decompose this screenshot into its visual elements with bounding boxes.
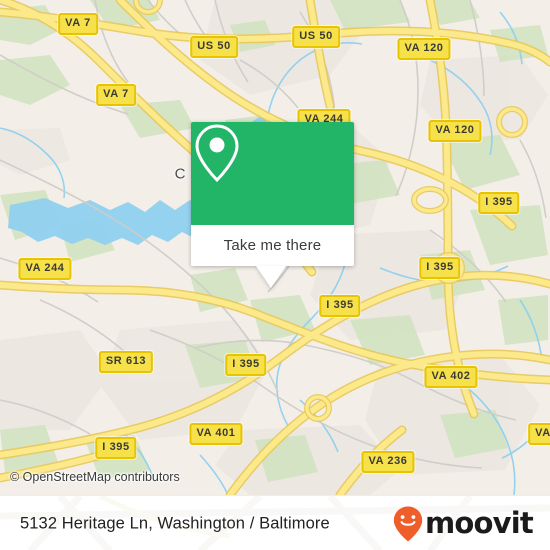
highway-shield: I 395 <box>319 295 361 317</box>
location-pin-icon <box>195 124 239 183</box>
highway-shield: I 395 <box>95 437 137 459</box>
highway-shield: VA <box>528 423 550 445</box>
highway-shield: US 50 <box>190 36 238 58</box>
highway-shield: VA 7 <box>58 13 98 35</box>
highway-shield: I 395 <box>478 192 520 214</box>
popup-header <box>191 122 354 225</box>
highway-shield: VA 236 <box>361 451 415 473</box>
popup-action[interactable]: Take me there <box>191 225 354 266</box>
popup-card[interactable]: Take me there <box>191 122 354 266</box>
destination-popup[interactable]: Take me there <box>191 122 354 288</box>
footer-bar: 5132 Heritage Ln, Washington / Baltimore… <box>0 495 550 550</box>
moovit-wordmark: moovit <box>425 506 534 540</box>
highway-shield: VA 244 <box>18 258 72 280</box>
map-screen: C VA 7 US 50 US 50 VA 120 VA 7 VA 244 VA 120 I … <box>0 0 550 550</box>
moovit-smiley-pin-icon <box>393 506 423 541</box>
address-label: 5132 Heritage Ln, Washington / Baltimore <box>20 514 330 532</box>
highway-shield: I 395 <box>225 354 267 376</box>
take-me-there-label: Take me there <box>223 237 322 254</box>
city-label: C <box>174 165 186 183</box>
highway-shield: SR 613 <box>98 351 154 373</box>
highway-shield: VA 402 <box>424 366 478 388</box>
map-canvas[interactable]: C VA 7 US 50 US 50 VA 120 VA 7 VA 244 VA 120 I … <box>0 0 550 495</box>
highway-shield: US 50 <box>292 26 340 48</box>
map-attribution[interactable]: © OpenStreetMap contributors <box>10 470 180 484</box>
highway-shield: I 395 <box>419 257 461 279</box>
highway-shield: VA 120 <box>397 38 451 60</box>
highway-shield: VA 401 <box>189 423 243 445</box>
highway-shield: VA 7 <box>96 84 136 106</box>
highway-shield: VA 120 <box>428 120 482 142</box>
popup-tail <box>256 266 286 288</box>
moovit-logo[interactable]: moovit <box>393 506 534 542</box>
